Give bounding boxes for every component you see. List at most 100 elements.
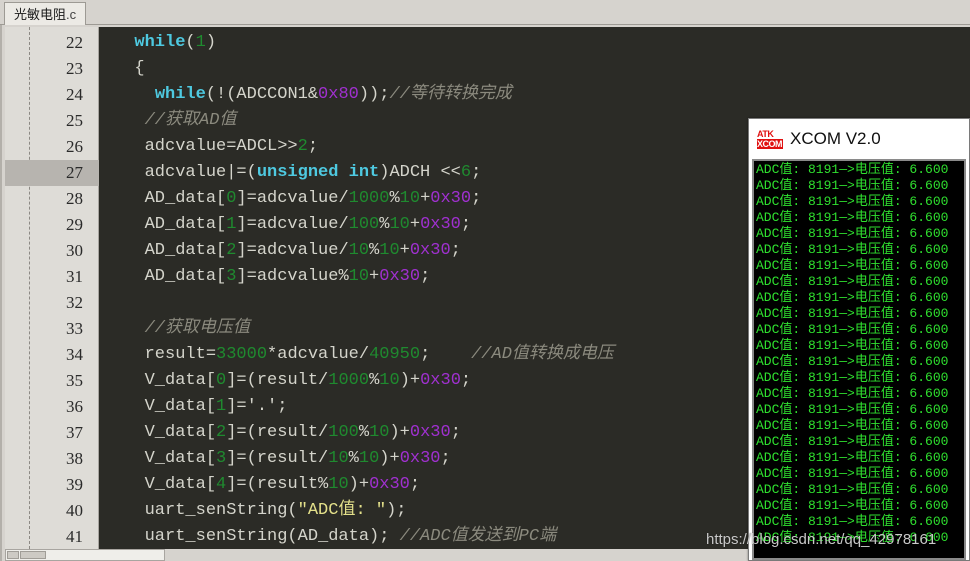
- token-num: 10: [379, 241, 400, 260]
- code-line-39[interactable]: V_data[4]=(result%10)+0x30;: [100, 472, 421, 498]
- token-plain: %: [369, 241, 380, 260]
- token-plain: %: [389, 189, 400, 208]
- scroll-left-button[interactable]: [7, 551, 19, 559]
- code-line-32[interactable]: [100, 290, 114, 316]
- token-hex: 0x30: [379, 267, 421, 286]
- token-plain: V_data[: [114, 423, 217, 442]
- token-num: 1: [216, 397, 227, 416]
- code-line-26[interactable]: adcvalue=ADCL>>2;: [100, 134, 318, 160]
- token-plain: V_data[: [114, 449, 217, 468]
- token-num: 40950: [369, 345, 421, 364]
- code-line-29[interactable]: AD_data[1]=adcvalue/100%10+0x30;: [100, 212, 471, 238]
- token-num: 1000: [348, 189, 390, 208]
- line-number-37[interactable]: 37: [5, 420, 99, 446]
- token-plain: ]=adcvalue/: [236, 241, 349, 260]
- line-number-34[interactable]: 34: [5, 342, 99, 368]
- token-plain: ;: [450, 241, 461, 260]
- line-number-25[interactable]: 25: [5, 108, 99, 134]
- token-plain: +: [409, 215, 421, 234]
- token-num: 2: [216, 423, 227, 442]
- line-number-24[interactable]: 24: [5, 82, 99, 108]
- line-number-28[interactable]: 28: [5, 186, 99, 212]
- code-line-38[interactable]: V_data[3]=(result/10%10)+0x30;: [100, 446, 451, 472]
- code-line-23[interactable]: {: [100, 56, 144, 82]
- terminal-line: ADC值: 8191—>电压值: 6.600: [756, 258, 949, 273]
- token-num: 10: [389, 215, 410, 234]
- line-number-39[interactable]: 39: [5, 472, 99, 498]
- token-kw: while: [154, 85, 206, 104]
- xcom-title-bar: ATK XCOM XCOM V2.0: [749, 119, 969, 159]
- token-num: 6: [460, 163, 472, 182]
- code-line-24[interactable]: while(!(ADCCON1&0x80));//等待转换完成: [100, 82, 512, 108]
- line-number-35[interactable]: 35: [5, 368, 99, 394]
- token-plain: ;: [460, 371, 472, 390]
- line-number-23[interactable]: 23: [5, 56, 99, 82]
- token-num: 10: [369, 423, 390, 442]
- code-line-31[interactable]: AD_data[3]=adcvalue%10+0x30;: [100, 264, 431, 290]
- code-line-36[interactable]: V_data[1]='.';: [100, 394, 288, 420]
- code-line-30[interactable]: AD_data[2]=adcvalue/10%10+0x30;: [100, 238, 461, 264]
- terminal-line: ADC值: 8191—>电压值: 6.600: [756, 226, 949, 241]
- token-plain: ));: [358, 85, 390, 104]
- terminal-line: ADC值: 8191—>电压值: 6.600: [756, 162, 949, 177]
- line-number-41[interactable]: 41: [5, 524, 99, 549]
- code-line-40[interactable]: uart_senString("ADC值: ");: [100, 498, 407, 524]
- code-line-33[interactable]: //获取电压值: [100, 316, 250, 342]
- code-line-37[interactable]: V_data[2]=(result/100%10)+0x30;: [100, 420, 461, 446]
- line-number-38[interactable]: 38: [5, 446, 99, 472]
- line-number-40[interactable]: 40: [5, 498, 99, 524]
- token-plain: ;: [450, 423, 461, 442]
- terminal-line: ADC值: 8191—>电压值: 6.600: [756, 466, 949, 481]
- token-plain: V_data[: [114, 371, 217, 390]
- terminal-line: ADC值: 8191—>电压值: 6.600: [756, 482, 949, 497]
- horizontal-scrollbar[interactable]: [5, 549, 165, 561]
- token-num: 3: [226, 267, 237, 286]
- code-line-41[interactable]: uart_senString(AD_data); //ADC值发送到PC端: [100, 524, 556, 549]
- terminal-line: ADC值: 8191—>电压值: 6.600: [756, 210, 949, 225]
- code-line-22[interactable]: while(1): [100, 30, 216, 56]
- token-plain: ]=(result/: [226, 449, 329, 468]
- line-number-27[interactable]: 27: [5, 160, 99, 186]
- token-plain: %: [348, 449, 359, 468]
- code-line-27[interactable]: adcvalue|=(unsigned int)ADCH <<6;: [100, 160, 482, 186]
- terminal-line: ADC值: 8191—>电压值: 6.600: [756, 514, 949, 529]
- line-number-30[interactable]: 30: [5, 238, 99, 264]
- scrollbar-thumb[interactable]: [20, 551, 46, 559]
- token-num: 4: [216, 475, 227, 494]
- token-plain: )+: [348, 475, 370, 494]
- terminal-line: ADC值: 8191—>电压值: 6.600: [756, 450, 949, 465]
- line-number-33[interactable]: 33: [5, 316, 99, 342]
- code-line-34[interactable]: result=33000*adcvalue/40950; //AD值转换成电压: [100, 342, 614, 368]
- token-plain: )ADCH <<: [379, 163, 461, 182]
- token-num: 10: [379, 371, 400, 390]
- token-plain: AD_data[: [114, 241, 227, 260]
- code-line-25[interactable]: //获取AD值: [100, 108, 237, 134]
- terminal-line: ADC值: 8191—>电压值: 6.600: [756, 354, 949, 369]
- line-number-29[interactable]: 29: [5, 212, 99, 238]
- token-plain: adcvalue|=(: [114, 163, 257, 182]
- xcom-serial-window[interactable]: ATK XCOM XCOM V2.0 ADC值: 8191—>电压值: 6.60…: [748, 118, 970, 561]
- token-num: 10: [328, 475, 349, 494]
- terminal-line: ADC值: 8191—>电压值: 6.600: [756, 434, 949, 449]
- line-number-31[interactable]: 31: [5, 264, 99, 290]
- token-com: //等待转换完成: [389, 85, 512, 104]
- token-plain: AD_data[: [114, 189, 227, 208]
- line-number-36[interactable]: 36: [5, 394, 99, 420]
- token-num: 10: [348, 241, 370, 260]
- line-number-26[interactable]: 26: [5, 134, 99, 160]
- xcom-terminal-output[interactable]: ADC值: 8191—>电压值: 6.600 ADC值: 8191—>电压值: 6…: [752, 159, 966, 560]
- tab-file-guangmindianzu[interactable]: 光敏电阻.c: [4, 2, 87, 25]
- token-num: 1: [226, 215, 237, 234]
- line-number-32[interactable]: 32: [5, 290, 99, 316]
- token-plain: );: [386, 501, 407, 520]
- terminal-line: ADC值: 8191—>电压值: 6.600: [756, 290, 949, 305]
- token-plain: ]=(result/: [226, 371, 329, 390]
- code-line-28[interactable]: AD_data[0]=adcvalue/1000%10+0x30;: [100, 186, 482, 212]
- line-number-22[interactable]: 22: [5, 30, 99, 56]
- token-plain: +: [420, 189, 431, 208]
- editor-tab-strip: 光敏电阻.c: [0, 0, 970, 25]
- token-plain: +: [369, 267, 380, 286]
- code-line-35[interactable]: V_data[0]=(result/1000%10)+0x30;: [100, 368, 472, 394]
- token-hex: 0x30: [409, 423, 451, 442]
